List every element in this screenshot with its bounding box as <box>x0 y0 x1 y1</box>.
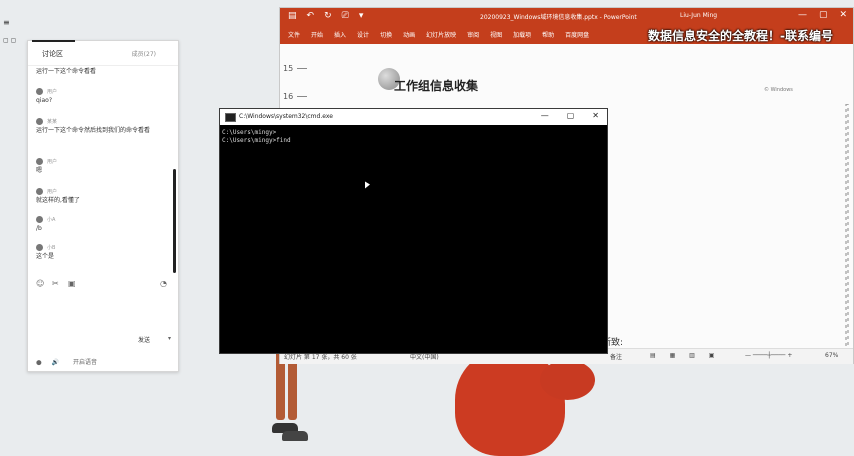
avatar <box>36 216 43 223</box>
tab-slideshow[interactable]: 幻灯片放映 <box>426 30 456 39</box>
discussion-panel: 讨论区 成员(27) 运行一下这个命令看看 用户 qiao? 某某 运行一下这个… <box>27 40 179 372</box>
maximize-button[interactable]: ▢ <box>567 111 575 120</box>
ribbon-tabs: 文件 开始 插入 设计 切换 动画 幻灯片放映 审阅 视图 加载项 帮助 百度网… <box>280 26 853 44</box>
avatar <box>36 244 43 251</box>
tab-transitions[interactable]: 切换 <box>380 30 392 39</box>
windows-logo-icon: © Windows <box>764 87 793 93</box>
redo-icon[interactable]: ↻ <box>324 11 332 21</box>
slide-title[interactable]: 工作组信息收集 <box>394 77 478 94</box>
wallpaper-figure-red-2 <box>540 360 595 400</box>
chat-toolbar: ☺ ✂ ▣ ◔ <box>36 279 170 289</box>
zoom-level[interactable]: 67% <box>825 352 838 359</box>
mic-icon[interactable]: ⬤ <box>36 360 42 366</box>
speaker-icon[interactable]: 🔊 <box>52 359 59 366</box>
list-item: 小B 这个是 <box>36 244 56 260</box>
scrollbar[interactable] <box>845 104 849 364</box>
tab-animations[interactable]: 动画 <box>403 30 415 39</box>
tab-home[interactable]: 开始 <box>311 30 323 39</box>
avatar <box>36 188 43 195</box>
slide-number[interactable]: 15 <box>283 64 308 73</box>
window-icons[interactable]: ▢ ▢ <box>3 37 16 44</box>
chat-scrollbar[interactable] <box>173 169 176 273</box>
emoji-icon[interactable]: ☺ <box>36 279 44 288</box>
cmd-titlebar[interactable]: C:\Windows\system32\cmd.exe — ▢ ✕ <box>220 109 607 125</box>
chat-bottom-bar: ⬤ 🔊 开启语音 <box>36 357 170 366</box>
cmd-title: C:\Windows\system32\cmd.exe <box>239 113 333 120</box>
tab-members[interactable]: 成员(27) <box>132 49 156 58</box>
ppt-titlebar: ▤ ↶ ↻ ⎚ ▾ 20200923_Windows域环境信息收集.pptx -… <box>280 8 853 26</box>
present-icon[interactable]: ⎚ <box>342 11 349 21</box>
cmd-window[interactable]: C:\Windows\system32\cmd.exe — ▢ ✕ C:\Use… <box>219 108 608 354</box>
window-controls: — ▢ ✕ <box>798 10 847 20</box>
customize-icon[interactable]: ▾ <box>359 11 364 21</box>
document-title: 20200923_Windows域环境信息收集.pptx - PowerPoin… <box>480 14 637 21</box>
quick-access-toolbar: ▤ ↶ ↻ ⎚ ▾ <box>288 11 363 21</box>
mouse-cursor-icon <box>365 181 370 192</box>
avatar <box>36 88 43 95</box>
tab-discussion[interactable]: 讨论区 <box>32 40 75 59</box>
menu-icon[interactable]: ≡ <box>3 18 16 27</box>
close-button[interactable]: ✕ <box>592 111 599 120</box>
send-button[interactable]: 发送 <box>138 335 150 344</box>
window-controls: — ▢ ✕ <box>541 111 599 120</box>
list-item: 某某 运行一下这个命令然后找到我们的命令看看 <box>36 118 151 134</box>
console-line: C:\Users\mingy>find <box>222 137 291 144</box>
minimize-button[interactable]: — <box>541 111 549 120</box>
tab-review[interactable]: 审阅 <box>467 30 479 39</box>
tab-baidu[interactable]: 百度网盘 <box>565 30 589 39</box>
avatar <box>36 118 43 125</box>
console-icon <box>225 113 236 122</box>
zoom-slider[interactable]: — ────┼──── + <box>745 352 792 359</box>
avatar <box>36 158 43 165</box>
tab-view[interactable]: 视图 <box>490 30 502 39</box>
user-name[interactable]: Liu-Jun Ming <box>680 12 717 19</box>
tab-help[interactable]: 帮助 <box>542 30 554 39</box>
console-line: C:\Users\mingy> <box>222 129 277 136</box>
undo-icon[interactable]: ↶ <box>307 11 315 21</box>
close-button[interactable]: ✕ <box>839 10 847 20</box>
discussion-tabs: 讨论区 成员(27) <box>28 40 178 66</box>
list-item: 用户 嗯 <box>36 158 58 174</box>
voice-toggle[interactable]: 开启语音 <box>73 359 97 366</box>
image-icon[interactable]: ▣ <box>68 279 76 288</box>
save-icon[interactable]: ▤ <box>288 11 297 21</box>
list-item: 运行一下这个命令看看 <box>36 68 97 75</box>
tab-file[interactable]: 文件 <box>288 30 300 39</box>
notes-button[interactable]: 备注 <box>610 352 622 361</box>
scissors-icon[interactable]: ✂ <box>52 279 59 288</box>
tab-design[interactable]: 设计 <box>357 30 369 39</box>
list-item: 用户 qiao? <box>36 88 58 104</box>
view-buttons[interactable]: ▤ ▦ ▥ ▣ <box>650 352 720 359</box>
desktop-icon-strip: ≡ ▢ ▢ <box>3 18 16 44</box>
slide-number[interactable]: 16 <box>283 92 308 101</box>
maximize-button[interactable]: ▢ <box>819 10 828 20</box>
list-item: 用户 就这样的,看懂了 <box>36 188 80 204</box>
tab-insert[interactable]: 插入 <box>334 30 346 39</box>
history-icon[interactable]: ◔ <box>160 279 167 288</box>
list-item: 小A /b <box>36 216 56 232</box>
minimize-button[interactable]: — <box>798 10 807 20</box>
console-output[interactable]: C:\Users\mingy> C:\Users\mingy>find <box>222 129 291 145</box>
tab-addins[interactable]: 加载项 <box>513 30 531 39</box>
video-overlay-caption: 数据信息安全的全教程！-联系编号 <box>648 29 833 43</box>
chevron-down-icon[interactable]: ▾ <box>168 335 171 342</box>
